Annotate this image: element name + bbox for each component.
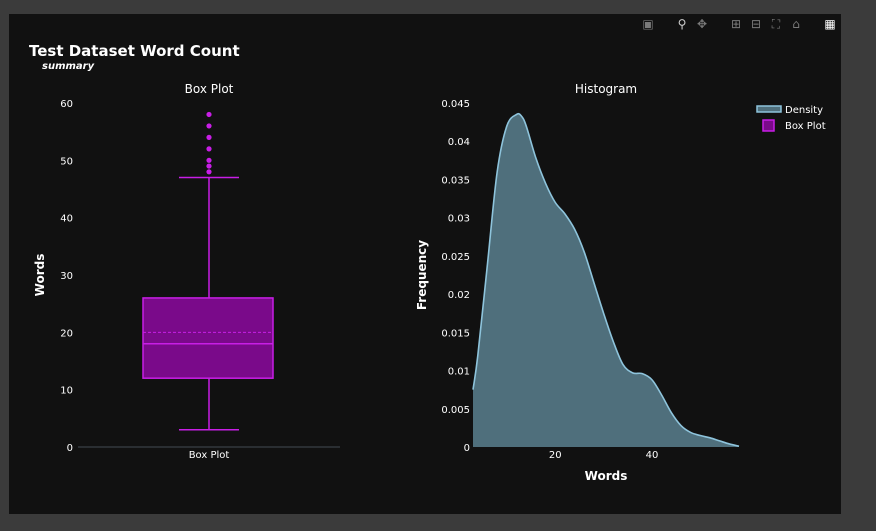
hist-x-axis-title: Words — [585, 469, 628, 483]
autoscale-icon[interactable]: ⛶ — [769, 17, 783, 31]
legend[interactable]: Density Box Plot — [756, 105, 826, 132]
hist-y-tick-label: 0 — [464, 443, 470, 454]
pan-icon[interactable]: ✥ — [695, 17, 709, 31]
legend-density-label: Density — [785, 105, 823, 116]
hist-y-axis-title: Frequency — [415, 240, 429, 310]
box-y-tick-label: 60 — [60, 99, 73, 110]
zoom-in-icon[interactable]: ⊞ — [729, 17, 743, 31]
hist-y-tick-label: 0.01 — [448, 367, 470, 378]
box-outlier-point — [206, 146, 212, 152]
hist-y-tick-label: 0.04 — [448, 137, 470, 148]
box-y-tick-label: 20 — [60, 328, 73, 339]
zoom-out-icon[interactable]: ⊟ — [749, 17, 763, 31]
hist-x-tick-label: 20 — [549, 450, 562, 461]
box-outlier-point — [206, 123, 212, 129]
box-outlier-point — [206, 134, 212, 140]
legend-boxplot-swatch — [762, 119, 775, 132]
box-outlier-point — [206, 157, 212, 163]
plotly-logo-icon[interactable]: ▦ — [823, 17, 837, 31]
hist-y-tick-label: 0.03 — [448, 214, 470, 225]
home-icon[interactable]: ⌂ — [789, 17, 803, 31]
box-y-axis-title: Words — [33, 254, 47, 297]
hist-y-tick-label: 0.015 — [441, 328, 470, 339]
hist-y-tick-label: 0.02 — [448, 290, 470, 301]
legend-density-swatch — [756, 105, 782, 113]
box-outlier-point — [206, 111, 212, 118]
histogram-title: Histogram — [575, 82, 637, 96]
box-plot-title: Box Plot — [185, 82, 234, 96]
box-y-tick-label: 0 — [67, 443, 73, 454]
box-outlier-point — [206, 163, 212, 169]
chart-svg: Test Dataset Word Count summary Box Plot… — [29, 42, 826, 483]
box-iqr-rect — [142, 297, 274, 379]
plot-container: Test Dataset Word Count summary Box Plot… — [9, 14, 841, 514]
hist-y-tick-label: 0.035 — [441, 175, 470, 186]
hist-y-tick-label: 0.045 — [441, 99, 470, 110]
figure-subtitle: summary — [42, 61, 95, 72]
hist-y-tick-label: 0.005 — [441, 405, 470, 416]
box-y-tick-label: 30 — [60, 271, 73, 282]
modebar: ▣ ⚲ ✥ ⊞ ⊟ ⛶ ⌂ ▦ — [641, 17, 837, 31]
histogram-panel[interactable]: Histogram 0 0.005 0.01 0.015 0.02 0.025 0.03 0.0… — [415, 82, 740, 483]
hist-x-tick-label: 40 — [646, 450, 659, 461]
box-x-tick-label: Box Plot — [189, 450, 230, 461]
legend-boxplot-label: Box Plot — [785, 121, 826, 132]
box-y-tick-label: 10 — [60, 386, 73, 397]
density-area — [473, 113, 739, 447]
box-plot-panel[interactable]: Box Plot 0 10 20 30 40 50 60 Words Box Plot — [33, 82, 340, 461]
hist-y-tick-label: 0.025 — [441, 252, 470, 263]
box-y-tick-label: 40 — [60, 214, 73, 225]
camera-icon[interactable]: ▣ — [641, 17, 655, 31]
box-outlier-point — [206, 169, 212, 175]
figure-title: Test Dataset Word Count — [29, 42, 240, 60]
box-y-tick-label: 50 — [60, 156, 73, 167]
zoom-icon[interactable]: ⚲ — [675, 17, 689, 31]
